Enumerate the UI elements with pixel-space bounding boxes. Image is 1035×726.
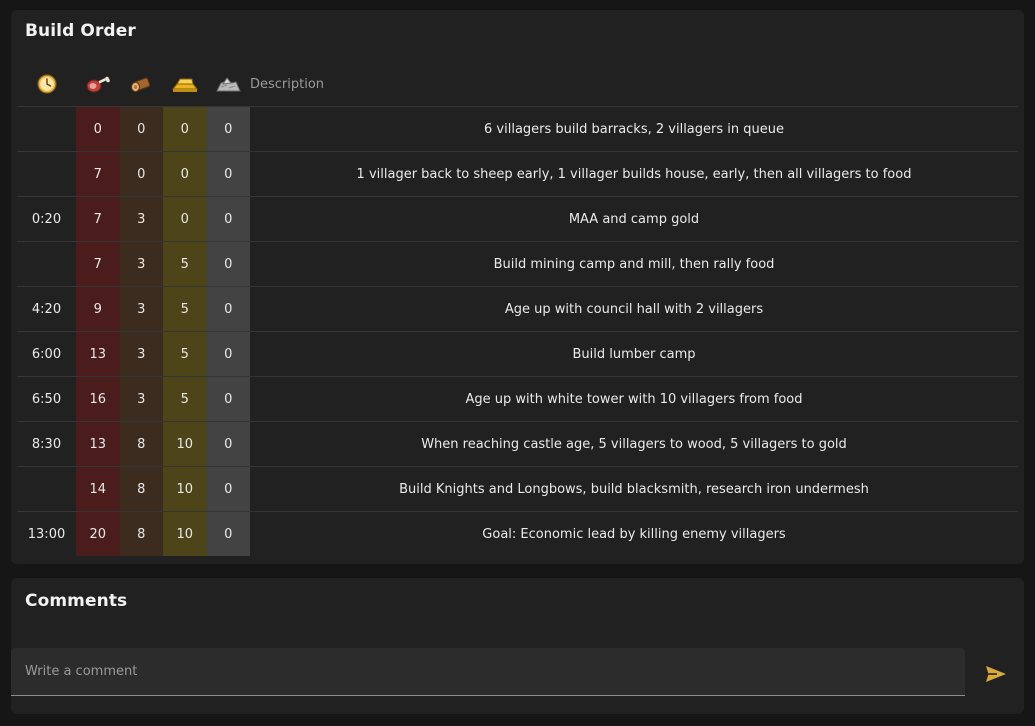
step-gold: 0 (163, 106, 207, 152)
step-gold: 0 (163, 151, 207, 197)
step-time (17, 466, 76, 512)
step-wood: 3 (119, 241, 163, 287)
step-time: 4:20 (17, 286, 76, 332)
table-row: 13:00 20 8 10 0 Goal: Economic lead by k… (17, 511, 1018, 556)
meat-icon (86, 76, 110, 93)
step-wood: 8 (119, 466, 163, 512)
step-time: 6:00 (17, 331, 76, 377)
step-wood: 3 (119, 196, 163, 242)
step-gold: 0 (163, 196, 207, 242)
table-header-row: Description (17, 62, 1018, 107)
step-wood: 3 (119, 331, 163, 377)
step-stone: 0 (206, 511, 250, 556)
comment-field[interactable] (11, 648, 965, 696)
table-row: 0 0 0 0 6 villagers build barracks, 2 vi… (17, 106, 1018, 152)
clock-icon (36, 74, 57, 94)
step-description: Goal: Economic lead by killing enemy vil… (250, 511, 1018, 556)
step-food: 14 (76, 466, 120, 512)
step-gold: 5 (163, 376, 207, 422)
step-description: Build Knights and Longbows, build blacks… (250, 466, 1018, 512)
step-description: 6 villagers build barracks, 2 villagers … (250, 106, 1018, 152)
table-row: 14 8 10 0 Build Knights and Longbows, bu… (17, 466, 1018, 512)
step-stone: 0 (206, 196, 250, 242)
step-stone: 0 (206, 376, 250, 422)
step-stone: 0 (206, 466, 250, 512)
step-stone: 0 (206, 331, 250, 377)
step-stone: 0 (206, 241, 250, 287)
step-time (17, 151, 76, 197)
comment-input[interactable] (11, 648, 965, 695)
step-wood: 3 (119, 286, 163, 332)
table-row: 4:20 9 3 5 0 Age up with council hall wi… (17, 286, 1018, 332)
step-wood: 3 (119, 376, 163, 422)
stone-icon (216, 77, 242, 92)
table-row: 7 0 0 0 1 villager back to sheep early, … (17, 151, 1018, 197)
step-time: 0:20 (17, 196, 76, 242)
build-order-title: Build Order (25, 21, 136, 41)
step-time: 13:00 (17, 511, 76, 556)
gold-column-header (163, 62, 207, 107)
step-time: 6:50 (17, 376, 76, 422)
step-food: 13 (76, 421, 120, 467)
time-column-header (17, 62, 76, 107)
step-description: Build lumber camp (250, 331, 1018, 377)
table-row: 0:20 7 3 0 0 MAA and camp gold (17, 196, 1018, 242)
step-stone: 0 (206, 286, 250, 332)
gold-bars-icon (171, 78, 198, 92)
stone-column-header (206, 62, 250, 107)
step-gold: 10 (163, 511, 207, 556)
step-food: 16 (76, 376, 120, 422)
send-icon (986, 666, 1006, 682)
step-food: 7 (76, 196, 120, 242)
log-icon (131, 77, 151, 93)
table-row: 7 3 5 0 Build mining camp and mill, then… (17, 241, 1018, 287)
step-description: Age up with white tower with 10 villager… (250, 376, 1018, 422)
step-description: 1 villager back to sheep early, 1 villag… (250, 151, 1018, 197)
build-order-table: Description 0 0 0 0 6 villagers build ba… (17, 62, 1018, 556)
step-stone: 0 (206, 106, 250, 152)
step-description: Age up with council hall with 2 villager… (250, 286, 1018, 332)
comments-card: Comments (11, 578, 1024, 714)
step-food: 7 (76, 241, 120, 287)
step-gold: 5 (163, 286, 207, 332)
food-column-header (76, 62, 120, 107)
step-gold: 10 (163, 421, 207, 467)
step-wood: 0 (119, 106, 163, 152)
send-comment-button[interactable] (983, 662, 1009, 686)
step-gold: 5 (163, 241, 207, 287)
step-food: 9 (76, 286, 120, 332)
table-row: 6:50 16 3 5 0 Age up with white tower wi… (17, 376, 1018, 422)
table-row: 6:00 13 3 5 0 Build lumber camp (17, 331, 1018, 377)
step-stone: 0 (206, 421, 250, 467)
step-food: 0 (76, 106, 120, 152)
step-gold: 5 (163, 331, 207, 377)
step-description: Build mining camp and mill, then rally f… (250, 241, 1018, 287)
step-wood: 0 (119, 151, 163, 197)
step-wood: 8 (119, 421, 163, 467)
comments-title: Comments (25, 591, 128, 611)
step-food: 20 (76, 511, 120, 556)
step-time (17, 241, 76, 287)
step-description: When reaching castle age, 5 villagers to… (250, 421, 1018, 467)
step-food: 13 (76, 331, 120, 377)
step-time: 8:30 (17, 421, 76, 467)
table-row: 8:30 13 8 10 0 When reaching castle age,… (17, 421, 1018, 467)
step-time (17, 106, 76, 152)
build-order-card: Build Order Description 0 0 0 0 6 villag… (11, 10, 1024, 564)
step-gold: 10 (163, 466, 207, 512)
step-description: MAA and camp gold (250, 196, 1018, 242)
step-stone: 0 (206, 151, 250, 197)
step-food: 7 (76, 151, 120, 197)
description-column-header: Description (250, 62, 1018, 107)
wood-column-header (119, 62, 163, 107)
step-wood: 8 (119, 511, 163, 556)
